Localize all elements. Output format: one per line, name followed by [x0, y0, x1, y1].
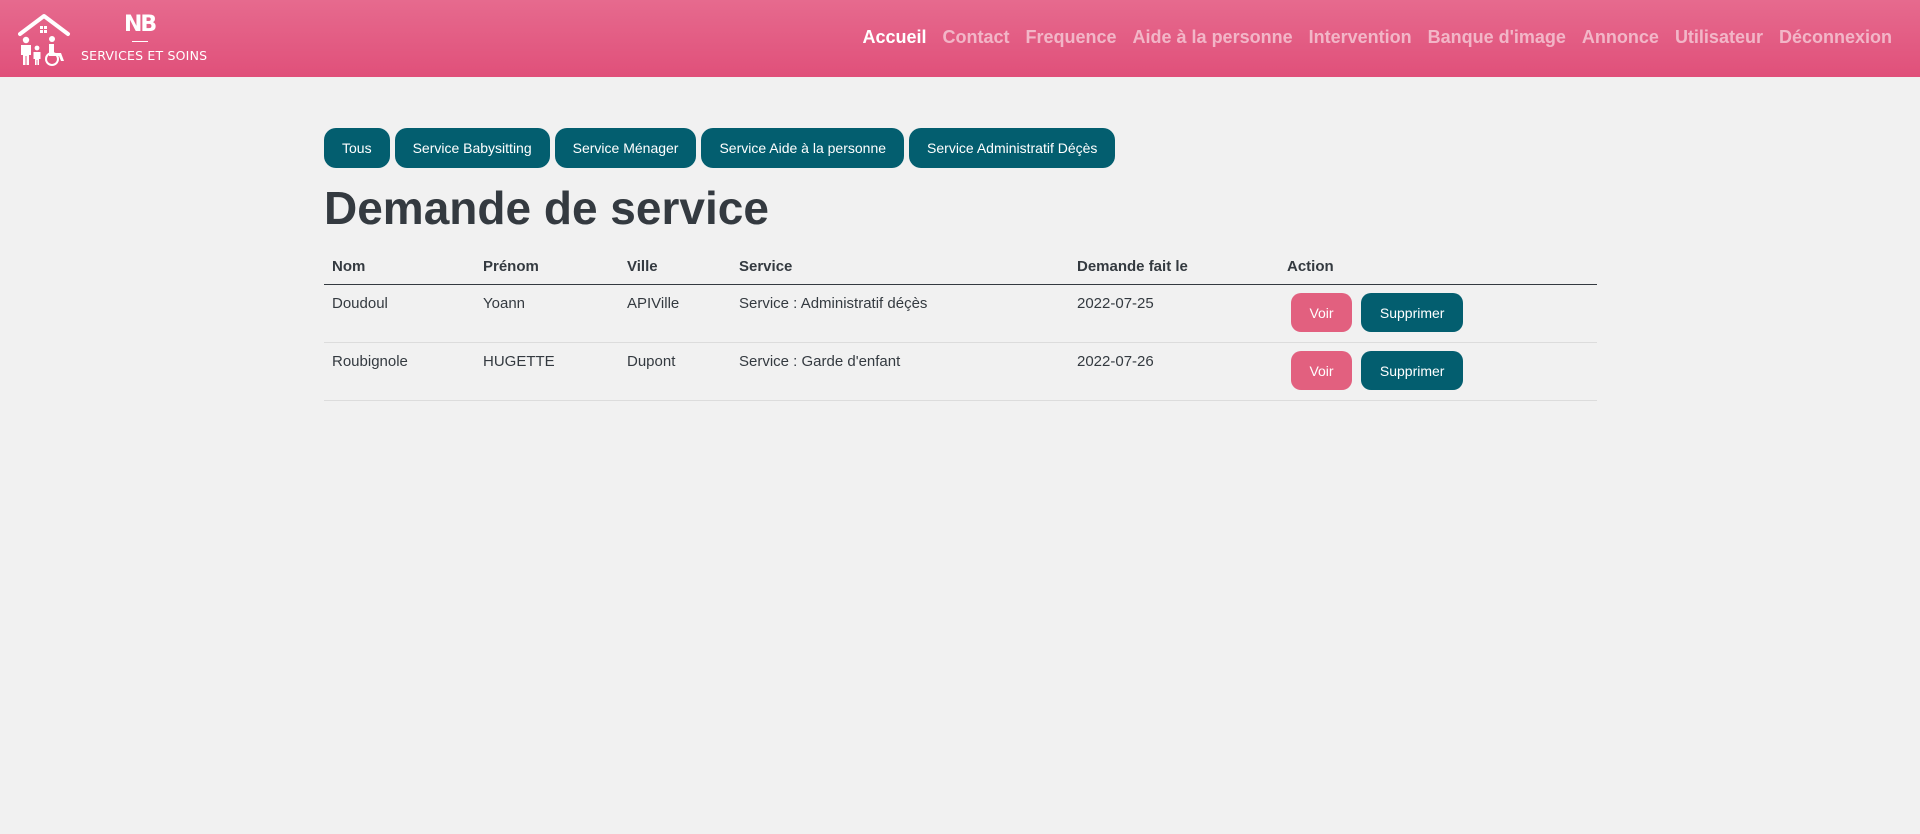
- nav-contact[interactable]: Contact: [935, 27, 1018, 48]
- navbar: NB SERVICES ET SOINS Accueil Contact Fre…: [0, 0, 1920, 77]
- cell-nom: Roubignole: [324, 342, 475, 401]
- nav-utilisateur[interactable]: Utilisateur: [1667, 27, 1771, 48]
- nav-deconnexion[interactable]: Déconnexion: [1771, 27, 1900, 48]
- cell-actions: Voir Supprimer: [1279, 284, 1597, 343]
- table-header-row: Nom Prénom Ville Service Demande fait le…: [324, 250, 1597, 285]
- cell-service: Service : Garde d'enfant: [731, 342, 1069, 401]
- column-header-action: Action: [1279, 250, 1597, 285]
- logo[interactable]: NB SERVICES ET SOINS: [18, 10, 208, 68]
- delete-button[interactable]: Supprimer: [1361, 293, 1464, 332]
- cell-service: Service : Administratif déçès: [731, 284, 1069, 343]
- cell-date: 2022-07-25: [1069, 284, 1279, 343]
- cell-date: 2022-07-26: [1069, 342, 1279, 401]
- filter-tous-button[interactable]: Tous: [324, 128, 390, 168]
- delete-button[interactable]: Supprimer: [1361, 351, 1464, 390]
- logo-mark: NB: [124, 12, 157, 37]
- house-family-icon: [18, 14, 70, 66]
- view-button[interactable]: Voir: [1291, 293, 1352, 332]
- column-header-nom: Nom: [324, 250, 475, 285]
- column-header-prenom: Prénom: [475, 250, 619, 285]
- nav-frequence[interactable]: Frequence: [1018, 27, 1125, 48]
- filter-menager-button[interactable]: Service Ménager: [554, 128, 697, 168]
- view-button[interactable]: Voir: [1291, 351, 1352, 390]
- column-header-service: Service: [731, 250, 1069, 285]
- cell-nom: Doudoul: [324, 284, 475, 343]
- table-row: Doudoul Yoann APIVille Service : Adminis…: [324, 284, 1597, 343]
- cell-actions: Voir Supprimer: [1279, 342, 1597, 401]
- nav-annonce[interactable]: Annonce: [1574, 27, 1667, 48]
- cell-prenom: Yoann: [475, 284, 619, 343]
- filter-babysitting-button[interactable]: Service Babysitting: [394, 128, 550, 168]
- cell-ville: Dupont: [619, 342, 731, 401]
- page-title: Demande de service: [324, 182, 769, 234]
- column-header-date: Demande fait le: [1069, 250, 1279, 285]
- filter-aide-personne-button[interactable]: Service Aide à la personne: [701, 128, 905, 168]
- main-content: Tous Service Babysitting Service Ménager…: [324, 128, 1597, 401]
- cell-prenom: HUGETTE: [475, 342, 619, 401]
- nav-banque-d-image[interactable]: Banque d'image: [1420, 27, 1574, 48]
- cell-ville: APIVille: [619, 284, 731, 343]
- filter-administratif-deces-button[interactable]: Service Administratif Déçès: [909, 128, 1116, 168]
- logo-text: SERVICES ET SOINS: [81, 48, 208, 63]
- service-filters: Tous Service Babysitting Service Ménager…: [324, 128, 1597, 168]
- table-row: Roubignole HUGETTE Dupont Service : Gard…: [324, 342, 1597, 401]
- nav-intervention[interactable]: Intervention: [1301, 27, 1420, 48]
- nav-aide-a-la-personne[interactable]: Aide à la personne: [1125, 27, 1301, 48]
- service-requests-table: Nom Prénom Ville Service Demande fait le…: [324, 250, 1597, 401]
- column-header-ville: Ville: [619, 250, 731, 285]
- main-nav: Accueil Contact Frequence Aide à la pers…: [854, 27, 1900, 48]
- nav-accueil[interactable]: Accueil: [854, 27, 934, 48]
- logo-divider: [132, 41, 148, 42]
